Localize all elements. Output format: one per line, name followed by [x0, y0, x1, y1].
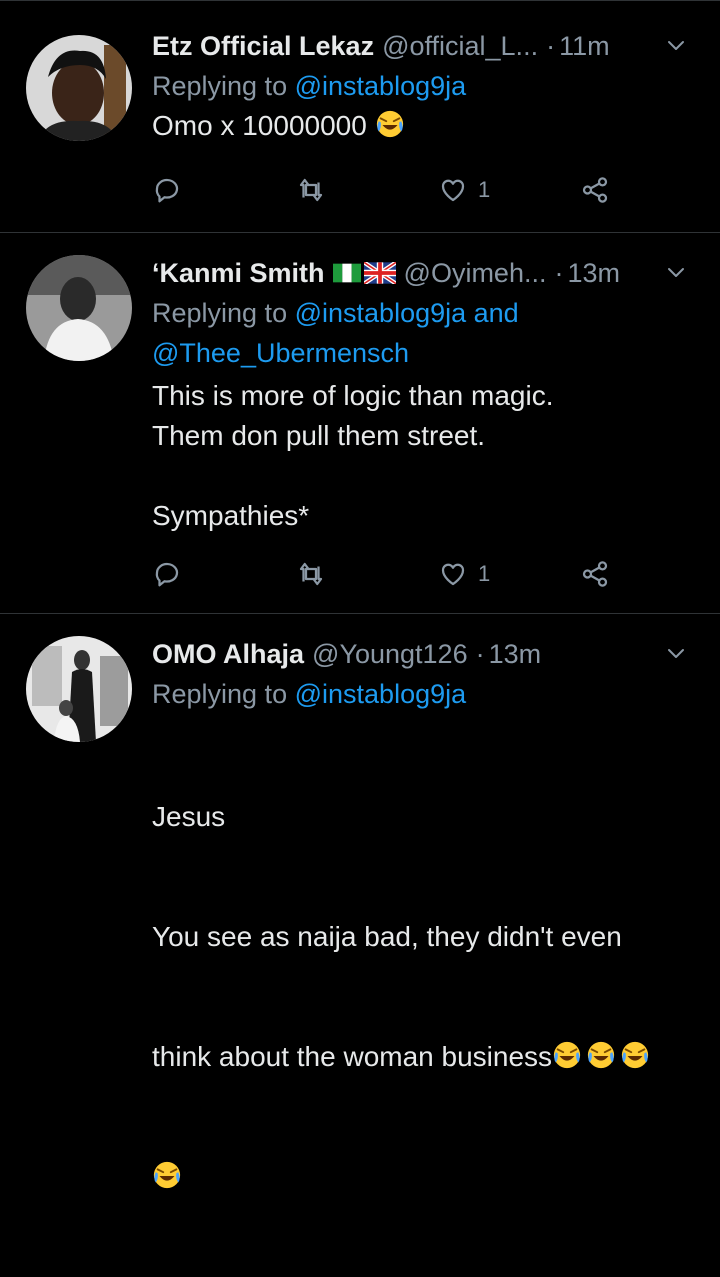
replying-prefix: Replying to: [152, 298, 288, 328]
replying-to: Replying to @instablog9ja: [152, 674, 700, 714]
timestamp[interactable]: 13m: [489, 639, 542, 670]
laughing-emoji-icon: [586, 1040, 616, 1070]
handle[interactable]: @Youngt126: [312, 639, 468, 670]
avatar[interactable]: [26, 636, 132, 742]
separator-dot: ·: [554, 257, 564, 288]
nigeria-flag-icon: [332, 263, 361, 283]
tweet-body: Omo x 10000000: [152, 110, 367, 141]
mention-link[interactable]: @instablog9ja: [295, 71, 467, 101]
replying-to: Replying to @instablog9ja: [152, 66, 700, 106]
retweet-button[interactable]: [296, 556, 326, 592]
like-count: 1: [478, 177, 491, 202]
like-count: 1: [478, 561, 491, 586]
laughing-emoji-icon: [375, 109, 405, 139]
separator-dot: ·: [546, 30, 556, 61]
reply-icon: [152, 175, 182, 205]
reply-button[interactable]: [152, 556, 182, 592]
tweet-3[interactable]: OMO Alhaja @Youngt126 · 13m Replying to …: [0, 614, 720, 880]
tweet-body: This is more of logic than magic. Them d…: [152, 380, 554, 531]
reply-button[interactable]: [152, 172, 182, 208]
tweet-line-4: [152, 1157, 700, 1197]
like-icon: [438, 559, 468, 589]
tweet-line-3-wrap: think about the woman business: [152, 1037, 700, 1077]
mention-link[interactable]: @instablog9ja and: [295, 298, 519, 328]
laughing-emoji-icon: [152, 1160, 182, 1190]
reply-icon: [152, 559, 182, 589]
separator-dot: ·: [475, 638, 485, 669]
handle[interactable]: @official_L...: [382, 31, 538, 62]
replying-prefix: Replying to: [152, 679, 288, 709]
display-name[interactable]: Etz Official Lekaz: [152, 31, 374, 62]
tweet-2[interactable]: ‘Kanmi Smith @Oyimeh... · 13m Replying t…: [0, 233, 720, 613]
share-icon: [580, 559, 610, 589]
chevron-down-icon[interactable]: [664, 261, 688, 285]
like-button[interactable]: 1: [438, 172, 490, 208]
tweet-text: Omo x 10000000: [152, 106, 700, 146]
avatar[interactable]: [26, 255, 132, 361]
timestamp[interactable]: 11m: [559, 31, 610, 62]
laughing-emoji-icon: [552, 1040, 582, 1070]
handle[interactable]: @Oyimeh...: [404, 258, 547, 289]
like-icon: [438, 175, 468, 205]
like-button[interactable]: 1: [438, 556, 490, 592]
tweet-line-1: Jesus: [152, 801, 226, 832]
display-name[interactable]: ‘Kanmi Smith: [152, 258, 325, 289]
replying-to: Replying to @instablog9ja and @Thee_Uber…: [152, 293, 700, 373]
uk-flag-icon: [363, 262, 396, 284]
tweet-text: Jesus You see as naija bad, they didn't …: [152, 717, 700, 1277]
chevron-down-icon[interactable]: [664, 34, 688, 58]
mention-link-2[interactable]: @Thee_Ubermensch: [152, 338, 409, 368]
tweet-1[interactable]: Etz Official Lekaz @official_L... · 11m …: [0, 0, 720, 232]
timestamp[interactable]: 13m: [567, 258, 620, 289]
retweet-icon: [296, 175, 326, 205]
display-name[interactable]: OMO Alhaja: [152, 639, 304, 670]
retweet-icon: [296, 559, 326, 589]
share-icon: [580, 175, 610, 205]
laughing-emoji-icon: [620, 1040, 650, 1070]
tweet-line-3: think about the woman business: [152, 1041, 553, 1072]
share-button[interactable]: [580, 556, 610, 592]
replying-prefix: Replying to: [152, 71, 288, 101]
chevron-down-icon[interactable]: [664, 642, 688, 666]
share-button[interactable]: [580, 172, 610, 208]
mention-link[interactable]: @instablog9ja: [295, 679, 467, 709]
avatar[interactable]: [26, 35, 132, 141]
tweet-line-2: You see as naija bad, they didn't even: [152, 921, 622, 952]
retweet-button[interactable]: [296, 172, 326, 208]
